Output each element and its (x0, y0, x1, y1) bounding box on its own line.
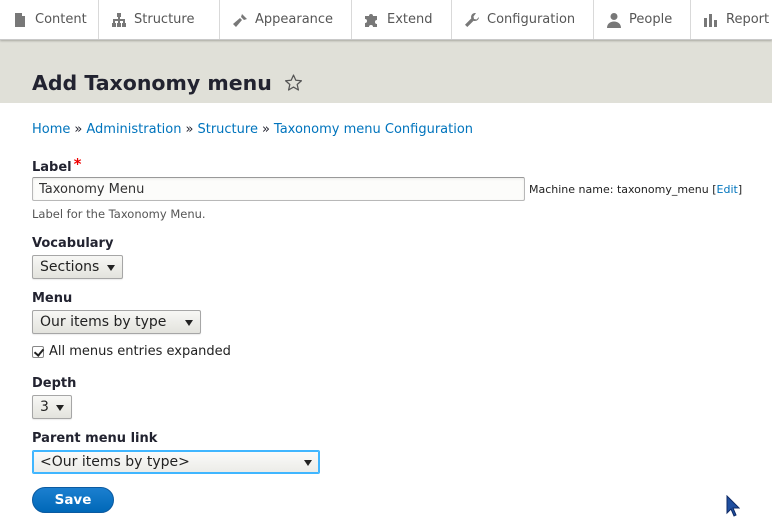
toolbar-item-label: Extend (387, 12, 433, 27)
toolbar-item-reports[interactable]: Report (691, 0, 772, 39)
expanded-checkbox[interactable] (32, 345, 44, 358)
toolbar-item-extend[interactable]: Extend (352, 0, 452, 39)
depth-select[interactable]: 3 (32, 395, 72, 419)
menu-label: Menu (32, 291, 73, 306)
sitemap-icon (112, 12, 126, 27)
chevron-down-icon (185, 320, 193, 326)
puzzle-icon (365, 13, 377, 27)
machine-name-prefix: Machine name: taxonomy_menu [ (529, 183, 717, 196)
page-title: Add Taxonomy menu (32, 71, 272, 95)
toolbar-item-structure[interactable]: Structure (99, 0, 220, 39)
toolbar-item-people[interactable]: People (594, 0, 691, 39)
toolbar-item-label: Report (726, 12, 770, 27)
label-field-label-text: Label (32, 160, 72, 175)
label-field-label: Label * (32, 155, 82, 175)
depth-select-value: 3 (40, 399, 49, 415)
vocabulary-select[interactable]: Sections (32, 255, 123, 279)
menu-select-value: Our items by type (40, 314, 167, 330)
required-mark: * (73, 155, 82, 173)
label-input[interactable] (32, 177, 525, 201)
machine-name-edit-link[interactable]: Edit (717, 183, 738, 196)
save-button[interactable]: Save (32, 487, 114, 513)
breadcrumb-structure[interactable]: Structure (197, 122, 257, 137)
brush-icon (233, 12, 247, 27)
machine-name: Machine name: taxonomy_menu [Edit] (529, 183, 742, 196)
breadcrumb-separator: » (185, 122, 194, 137)
chevron-down-icon (56, 405, 64, 411)
parent-menu-link-select[interactable]: <Our items by type> (32, 450, 320, 474)
wrench-icon (465, 12, 479, 27)
menu-select[interactable]: Our items by type (32, 310, 201, 334)
breadcrumb-taxonomy-menu-configuration[interactable]: Taxonomy menu Configuration (274, 122, 473, 137)
bar-chart-icon (704, 13, 717, 27)
vocabulary-select-value: Sections (40, 259, 100, 275)
chevron-down-icon (107, 265, 115, 271)
toolbar-item-label: Structure (134, 12, 195, 27)
toolbar-item-configuration[interactable]: Configuration (452, 0, 594, 39)
breadcrumb-separator: » (261, 122, 270, 137)
mouse-cursor-icon (726, 495, 740, 517)
parent-menu-link-select-value: <Our items by type> (40, 454, 190, 470)
toolbar-item-label: People (629, 12, 673, 27)
breadcrumb-home[interactable]: Home (32, 122, 70, 137)
breadcrumb-separator: » (74, 122, 83, 137)
expanded-checkbox-row: All menus entries expanded (32, 344, 231, 359)
breadcrumb-administration[interactable]: Administration (86, 122, 181, 137)
vocabulary-label: Vocabulary (32, 236, 114, 251)
star-icon[interactable] (283, 73, 304, 93)
file-icon (15, 12, 25, 27)
toolbar-item-label: Content (35, 12, 87, 27)
parent-menu-link-label: Parent menu link (32, 431, 158, 446)
breadcrumb: Home» Administration» Structure» Taxonomy m… (32, 122, 473, 137)
toolbar-item-label: Appearance (255, 12, 334, 27)
toolbar-item-appearance[interactable]: Appearance (220, 0, 352, 39)
depth-label: Depth (32, 376, 77, 391)
person-icon (607, 12, 621, 28)
toolbar-item-label: Configuration (487, 12, 576, 27)
label-field-description: Label for the Taxonomy Menu. (32, 207, 206, 221)
machine-name-suffix: ] (737, 183, 743, 196)
chevron-down-icon (304, 460, 312, 466)
expanded-checkbox-label[interactable]: All menus entries expanded (49, 344, 231, 359)
admin-toolbar: Content Structure Appearance Extend Conf… (0, 0, 772, 40)
toolbar-item-content[interactable]: Content (0, 0, 99, 39)
